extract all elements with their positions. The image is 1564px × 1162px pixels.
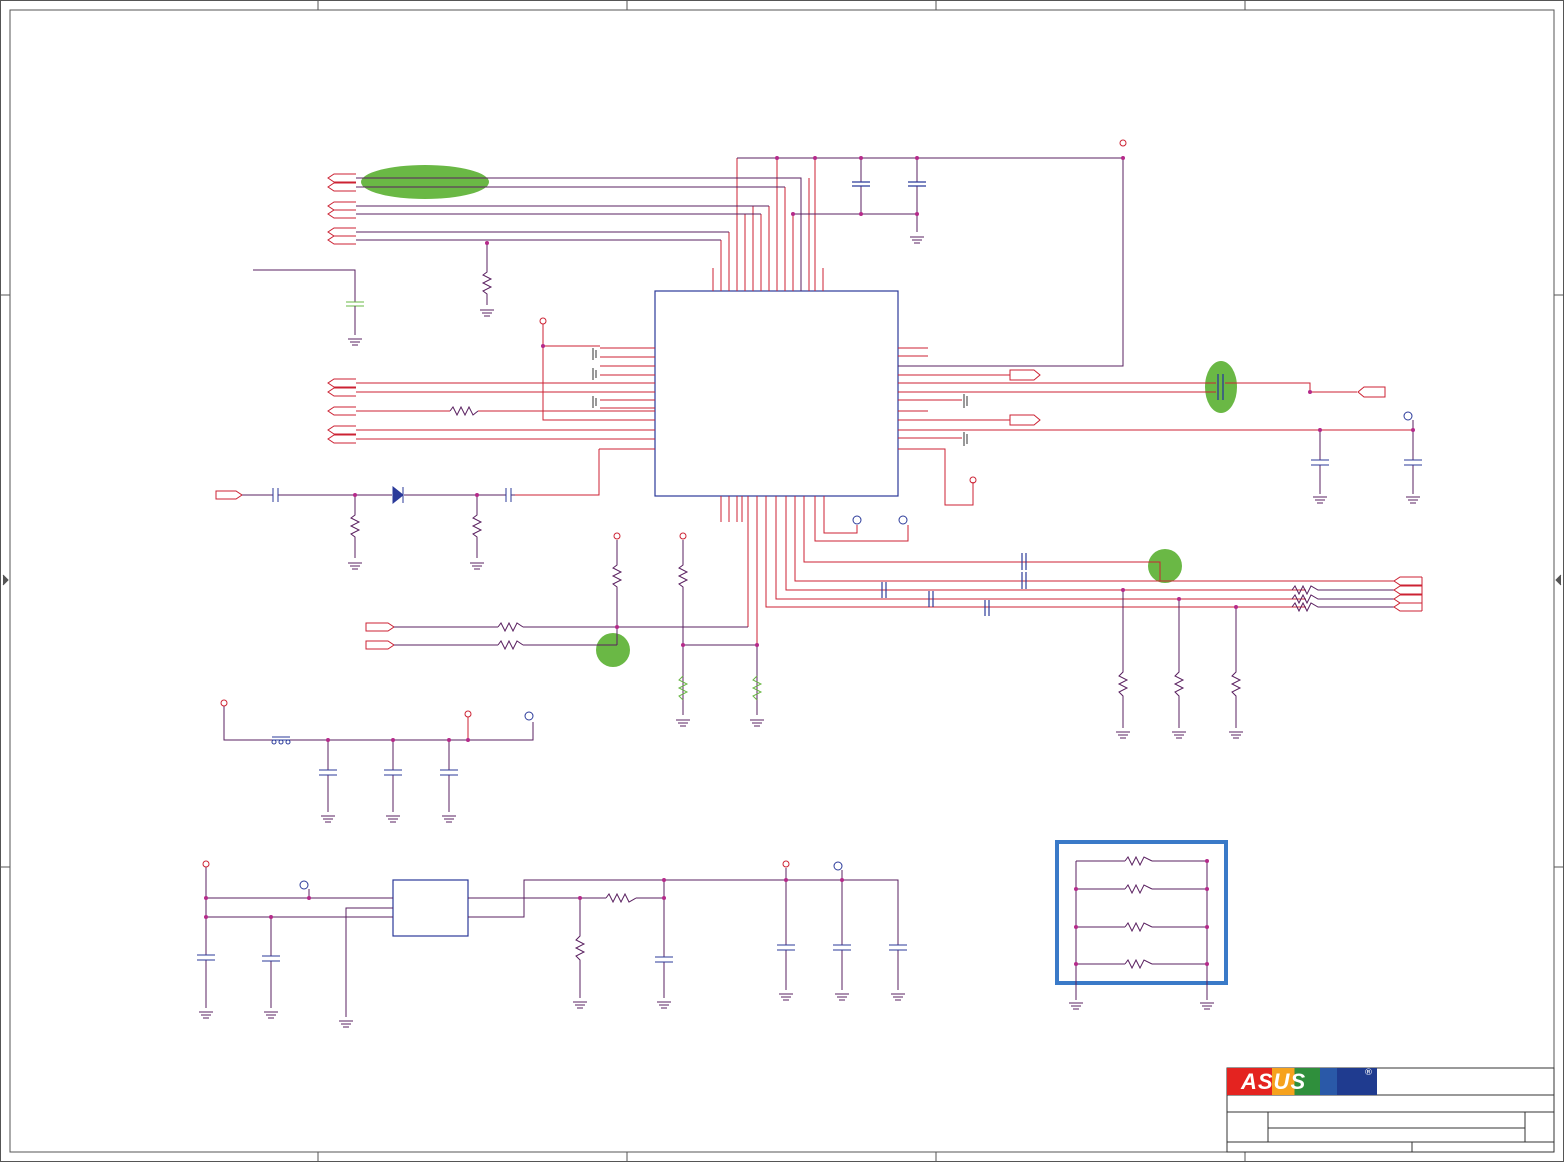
ic-left-ground-ticks — [592, 348, 597, 408]
ic-bottom-pins — [720, 496, 1395, 645]
antenna-cap — [253, 269, 364, 346]
power-filter-row — [220, 699, 534, 823]
highlight-marker-bus — [361, 165, 489, 199]
offpage-connectors-bottom-right — [1393, 576, 1423, 612]
highlight-marker-node — [596, 633, 630, 667]
asus-logo: ASUS ® — [1227, 1068, 1377, 1095]
filter-caps-right — [1311, 420, 1422, 504]
regulator-section — [197, 860, 907, 1028]
test-point — [1403, 411, 1413, 421]
gnd-symbol — [909, 236, 925, 244]
input-diode-chain — [242, 485, 515, 570]
logo-registered-mark: ® — [1364, 1068, 1373, 1078]
series-resistors-bottom — [497, 584, 1395, 651]
schematic-sheet — [0, 0, 1564, 1162]
highlight-marker-cap — [1205, 361, 1237, 413]
power-port — [1119, 139, 1127, 147]
highlight-marker-node — [1148, 549, 1182, 583]
main-ic-body — [654, 290, 899, 497]
offpage-connectors-right — [1009, 369, 1386, 426]
highlighted-resistor-group — [1055, 840, 1228, 1010]
logo-text: ASUS — [1241, 1069, 1307, 1094]
resistor-series — [449, 405, 479, 417]
ic-left-pins — [356, 324, 655, 496]
gnd-symbols-mid — [675, 719, 1244, 739]
power-port — [539, 317, 547, 325]
decoupling-caps-top — [852, 181, 926, 187]
green-resistors — [677, 675, 763, 701]
power-ports-mid — [613, 515, 908, 540]
resistor-pulldown-top — [479, 243, 495, 317]
regulator-ic — [392, 879, 469, 937]
ic-bottom-bus — [394, 540, 1242, 728]
